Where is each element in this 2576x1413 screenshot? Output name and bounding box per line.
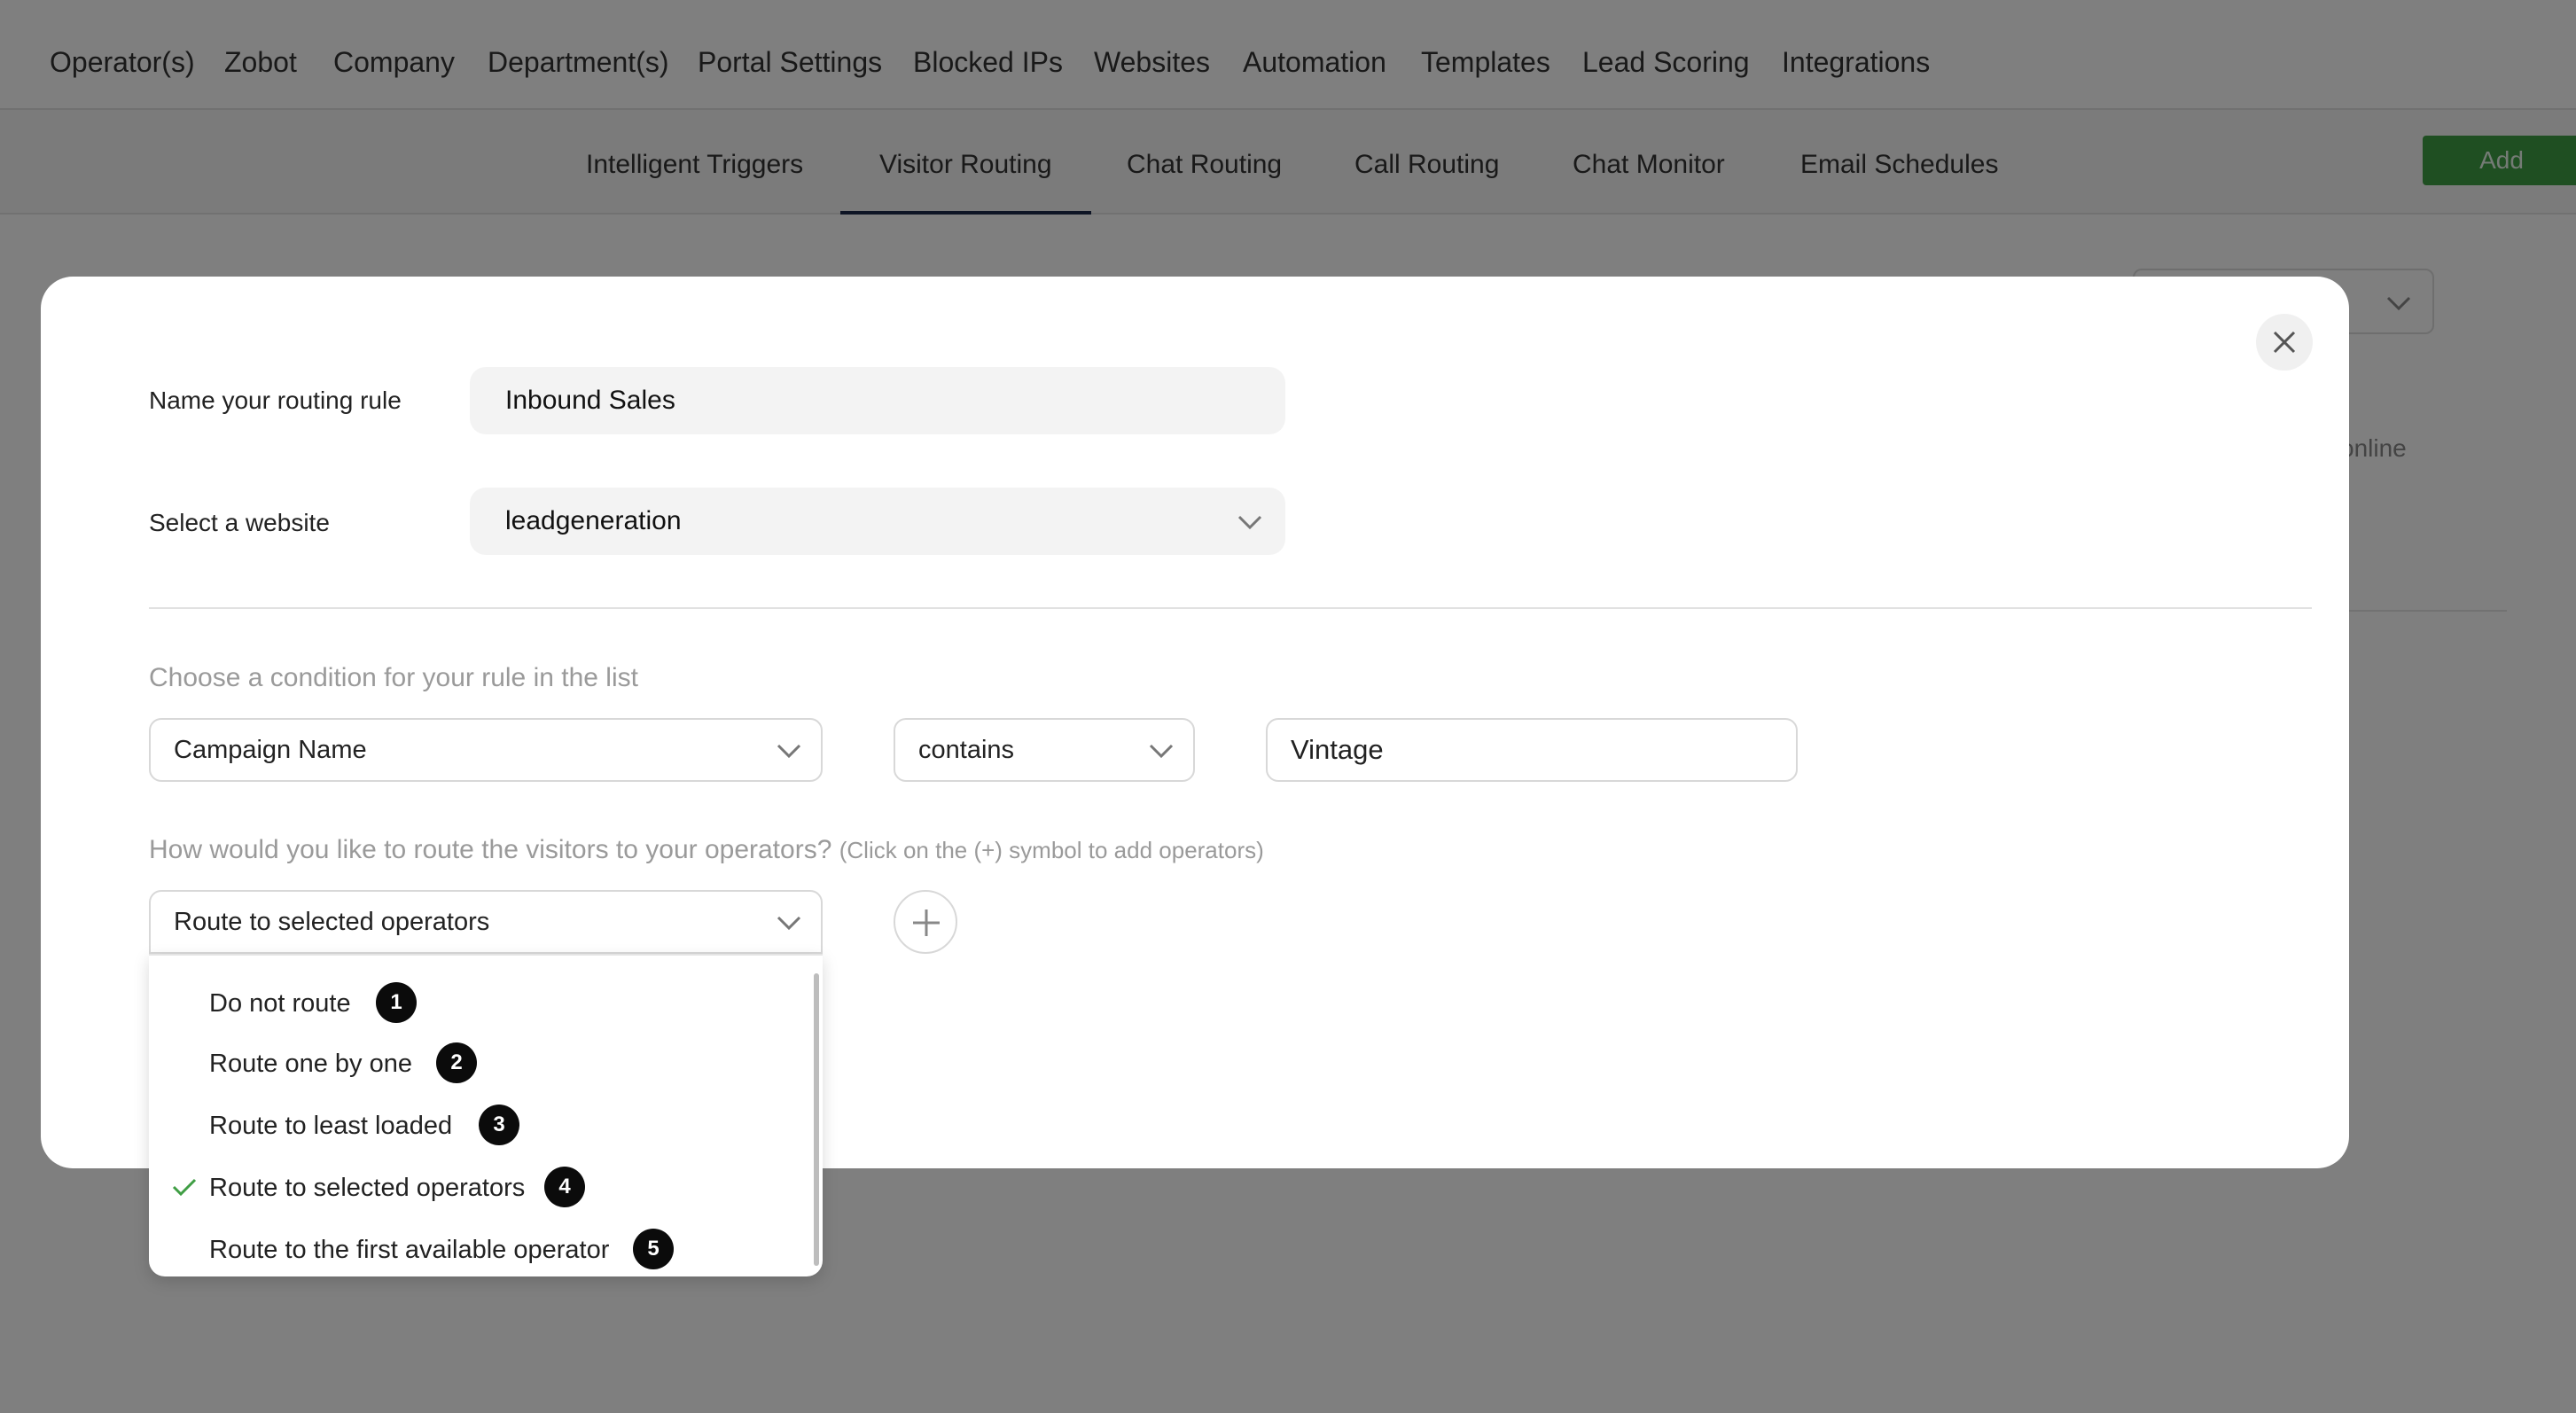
option-number-badge: 4 — [544, 1167, 585, 1207]
option-route-selected-operators[interactable]: Route to selected operators 4 — [149, 1158, 805, 1220]
close-button[interactable] — [2256, 314, 2313, 371]
name-rule-label: Name your routing rule — [149, 386, 402, 414]
chevron-down-icon — [777, 916, 801, 931]
route-method-select[interactable]: Route to selected operators — [149, 890, 823, 954]
checkmark-icon — [172, 1178, 197, 1197]
close-icon — [2273, 331, 2296, 354]
option-number-badge: 5 — [633, 1229, 674, 1269]
route-method-dropdown: Do not route 1 Route one by one 2 Route … — [149, 954, 823, 1276]
option-number-badge: 3 — [479, 1105, 519, 1145]
dropdown-scrollbar[interactable] — [814, 973, 819, 1266]
add-operator-button[interactable] — [894, 890, 957, 954]
website-select[interactable]: leadgeneration — [470, 488, 1285, 555]
section-divider — [149, 607, 2312, 609]
condition-hint: Choose a condition for your rule in the … — [149, 663, 638, 692]
option-route-least-loaded[interactable]: Route to least loaded 3 — [149, 1096, 805, 1158]
option-number-badge: 1 — [376, 982, 417, 1023]
route-hint-text: How would you like to route the visitors… — [149, 835, 832, 864]
chevron-down-icon — [1237, 515, 1262, 530]
option-route-first-available[interactable]: Route to the first available operator 5 — [149, 1220, 805, 1282]
option-label: Route one by one — [209, 1050, 412, 1078]
route-hint-small: (Click on the (+) symbol to add operator… — [839, 837, 1264, 863]
option-route-one-by-one[interactable]: Route one by one 2 — [149, 1034, 805, 1096]
condition-value-input[interactable]: Vintage — [1266, 718, 1798, 782]
website-label: Select a website — [149, 509, 330, 536]
condition-operator-select[interactable]: contains — [894, 718, 1195, 782]
chevron-down-icon — [777, 744, 801, 759]
option-label: Route to selected operators — [209, 1174, 526, 1202]
route-hint: How would you like to route the visitors… — [149, 835, 1264, 865]
website-select-value: leadgeneration — [505, 506, 682, 535]
condition-operator-value: contains — [918, 736, 1015, 764]
option-label: Route to least loaded — [209, 1112, 453, 1140]
rule-name-input[interactable]: Inbound Sales — [470, 367, 1285, 434]
condition-field-select[interactable]: Campaign Name — [149, 718, 823, 782]
option-number-badge: 2 — [436, 1042, 477, 1083]
plus-icon — [913, 909, 940, 936]
option-label: Route to the first available operator — [209, 1236, 610, 1264]
route-method-value: Route to selected operators — [174, 908, 490, 936]
option-do-not-route[interactable]: Do not route 1 — [149, 973, 805, 1035]
condition-field-value: Campaign Name — [174, 736, 367, 764]
chevron-down-icon — [1149, 744, 1174, 759]
option-label: Do not route — [209, 989, 351, 1018]
